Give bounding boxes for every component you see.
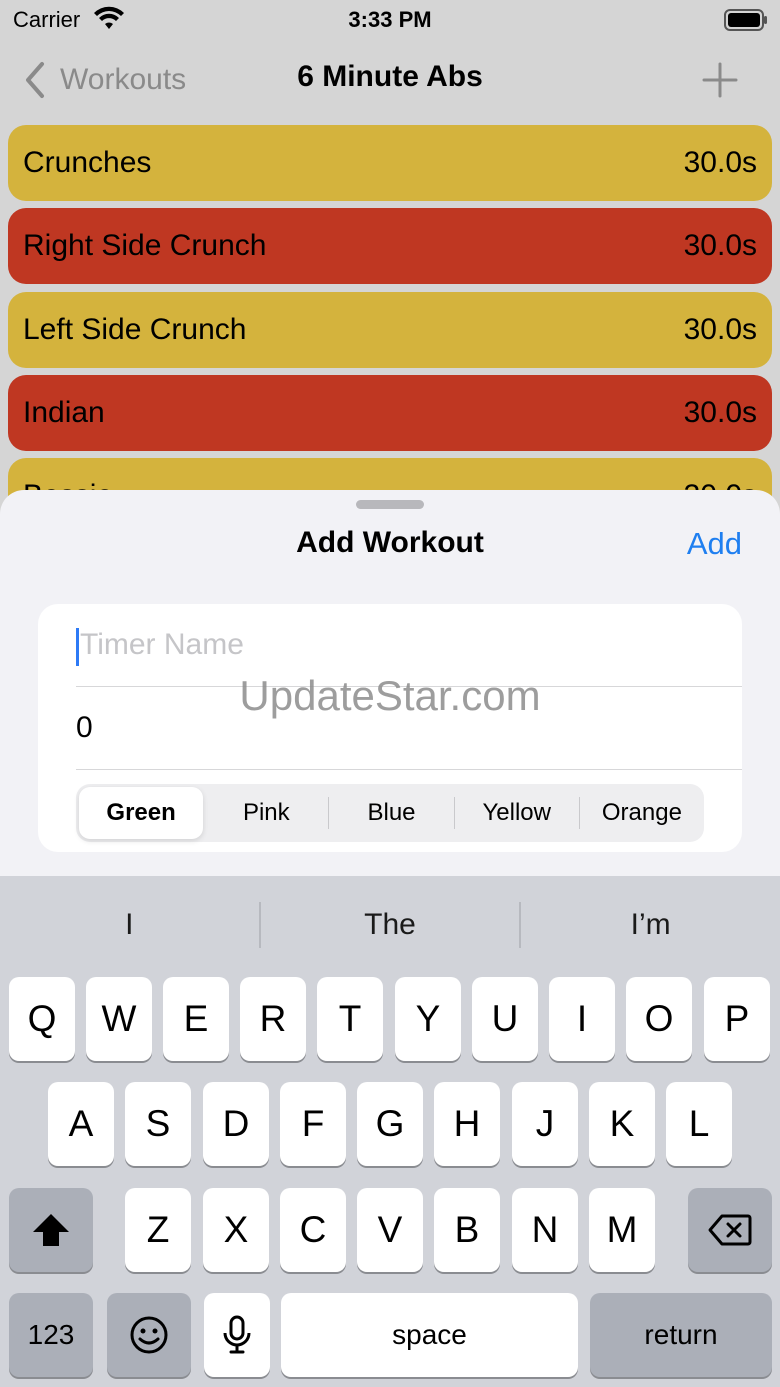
key-r[interactable]: R <box>240 977 306 1061</box>
key-k[interactable]: K <box>589 1082 655 1166</box>
key-h[interactable]: H <box>434 1082 500 1166</box>
key-z[interactable]: Z <box>125 1188 191 1272</box>
sheet-title: Add Workout <box>296 526 484 559</box>
segment-pink[interactable]: Pink <box>204 787 328 839</box>
key-c[interactable]: C <box>280 1188 346 1272</box>
dictation-key[interactable] <box>204 1293 270 1377</box>
key-w[interactable]: W <box>86 977 152 1061</box>
watermark: UpdateStar.com <box>239 672 541 719</box>
shift-icon <box>33 1214 69 1246</box>
workout-duration: 30.0s <box>683 229 757 262</box>
suggestion-item[interactable]: The <box>261 908 520 942</box>
sheet-grabber[interactable] <box>356 500 424 509</box>
page-title: 6 Minute Abs <box>297 60 483 93</box>
workout-name: Left Side Crunch <box>23 313 247 346</box>
key-p[interactable]: P <box>704 977 770 1061</box>
segment-blue[interactable]: Blue <box>329 787 453 839</box>
key-b[interactable]: B <box>434 1188 500 1272</box>
key-u[interactable]: U <box>472 977 538 1061</box>
segment-orange[interactable]: Orange <box>580 787 704 839</box>
key-v[interactable]: V <box>357 1188 423 1272</box>
segment-yellow[interactable]: Yellow <box>455 787 579 839</box>
status-bar: Carrier 3:33 PM <box>0 0 780 40</box>
delete-backward-icon <box>708 1214 752 1246</box>
emoji-icon <box>130 1316 168 1354</box>
key-l[interactable]: L <box>666 1082 732 1166</box>
emoji-key[interactable] <box>107 1293 191 1377</box>
microphone-icon <box>223 1315 251 1354</box>
keyboard: I The I’m Q W E R T Y U I O P A S D F G … <box>0 876 780 1387</box>
key-f[interactable]: F <box>280 1082 346 1166</box>
add-button[interactable]: Add <box>687 526 742 562</box>
key-y[interactable]: Y <box>395 977 461 1061</box>
key-d[interactable]: D <box>203 1082 269 1166</box>
workout-row[interactable]: Indian 30.0s <box>8 375 772 451</box>
key-s[interactable]: S <box>125 1082 191 1166</box>
key-o[interactable]: O <box>626 977 692 1061</box>
return-key[interactable]: return <box>590 1293 772 1377</box>
key-j[interactable]: J <box>512 1082 578 1166</box>
key-e[interactable]: E <box>163 977 229 1061</box>
workout-duration: 30.0s <box>683 146 757 179</box>
workout-form: Green Pink Blue Yellow Orange <box>38 604 746 852</box>
key-g[interactable]: G <box>357 1082 423 1166</box>
clock: 3:33 PM <box>348 7 432 32</box>
workout-name: Crunches <box>23 146 152 179</box>
space-key[interactable]: space <box>281 1293 578 1377</box>
workout-row[interactable]: Crunches 30.0s <box>8 125 772 201</box>
key-t[interactable]: T <box>317 977 383 1061</box>
key-i[interactable]: I <box>549 977 615 1061</box>
text-cursor <box>76 628 79 666</box>
workout-row[interactable]: Right Side Crunch 30.0s <box>8 208 772 284</box>
suggestion-item[interactable]: I <box>0 908 259 942</box>
key-a[interactable]: A <box>48 1082 114 1166</box>
segment-green[interactable]: Green <box>79 787 204 839</box>
workout-name: Indian <box>23 396 105 429</box>
battery-icon <box>724 9 767 31</box>
numbers-key[interactable]: 123 <box>9 1293 93 1377</box>
key-q[interactable]: Q <box>9 977 75 1061</box>
suggestion-bar: I The I’m <box>0 890 780 960</box>
color-segmented-control[interactable]: Green Pink Blue Yellow Orange <box>76 784 704 842</box>
suggestion-item[interactable]: I’m <box>521 908 780 942</box>
key-n[interactable]: N <box>512 1188 578 1272</box>
shift-key[interactable] <box>9 1188 93 1272</box>
workout-name: Right Side Crunch <box>23 229 267 262</box>
workout-duration: 30.0s <box>683 396 757 429</box>
workout-duration: 30.0s <box>683 313 757 346</box>
delete-key[interactable] <box>688 1188 772 1272</box>
plus-icon[interactable] <box>700 60 740 100</box>
key-m[interactable]: M <box>589 1188 655 1272</box>
key-x[interactable]: X <box>203 1188 269 1272</box>
workout-row[interactable]: Left Side Crunch 30.0s <box>8 292 772 368</box>
